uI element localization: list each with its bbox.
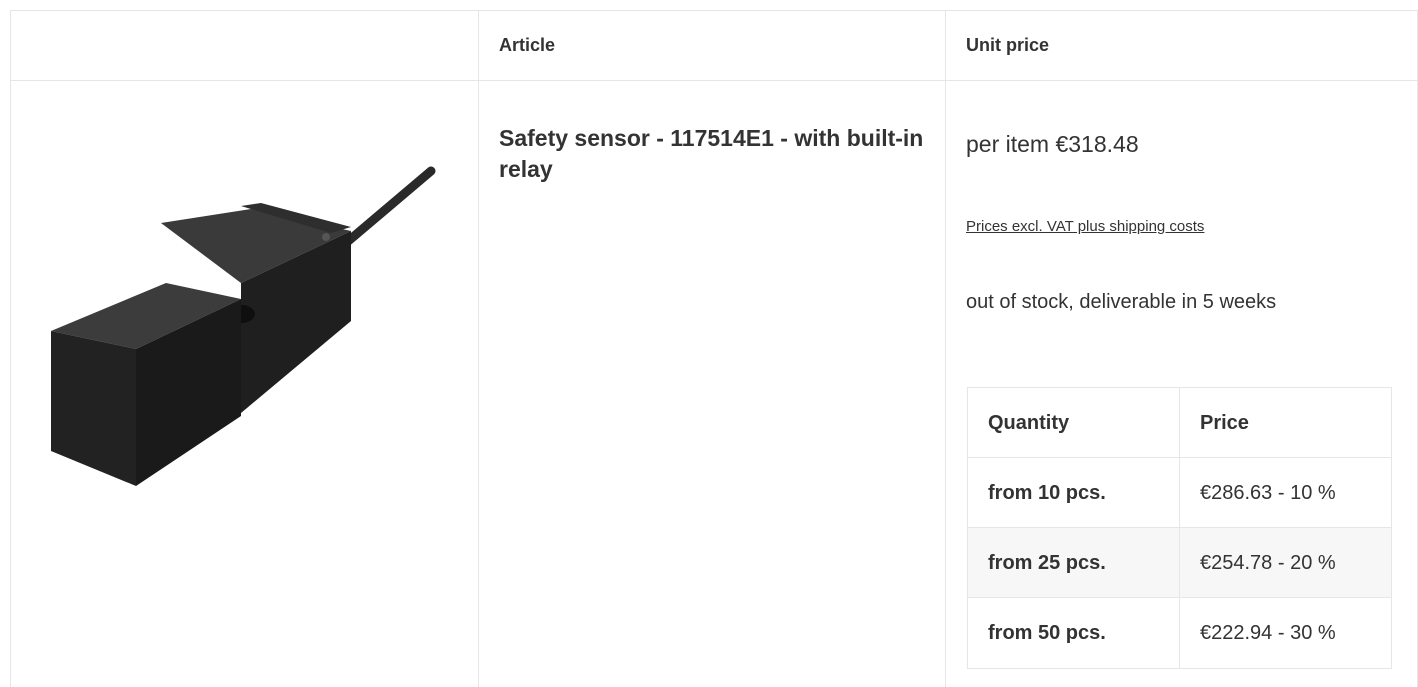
product-title[interactable]: Safety sensor - 117514E1 - with built-in… — [499, 123, 939, 185]
sensor-product-image[interactable] — [41, 151, 451, 491]
tier-price: €254.78 - 20 % — [1200, 552, 1336, 574]
tier-price: €286.63 - 10 % — [1200, 482, 1336, 504]
table-header-row: Article Unit price — [11, 11, 1417, 81]
tier-price-table: Quantity Price from 10 pcs. €286.63 - 10… — [967, 387, 1392, 669]
header-unit-price: Unit price — [966, 35, 1050, 55]
tier-header-quantity: Quantity — [968, 388, 1180, 457]
column-divider — [478, 11, 479, 687]
tier-row: from 50 pcs. €222.94 - 30 % — [968, 598, 1391, 668]
stock-status: out of stock, deliverable in 5 weeks — [966, 291, 1277, 313]
tier-row: from 10 pcs. €286.63 - 10 % — [968, 458, 1391, 528]
tier-quantity: from 50 pcs. — [968, 598, 1180, 668]
unit-price: per item €318.48 — [966, 131, 1139, 157]
vat-shipping-link[interactable]: Prices excl. VAT plus shipping costs — [966, 218, 1204, 235]
product-table: Article Unit price Safety sensor - 11751… — [10, 10, 1418, 687]
tier-header-price: Price — [1200, 412, 1249, 434]
column-divider — [945, 11, 946, 687]
tier-quantity: from 10 pcs. — [968, 458, 1180, 527]
header-article: Article — [499, 35, 556, 55]
tier-row: from 25 pcs. €254.78 - 20 % — [968, 528, 1391, 598]
tier-header-row: Quantity Price — [968, 388, 1391, 458]
tier-quantity: from 25 pcs. — [968, 528, 1180, 597]
tier-price: €222.94 - 30 % — [1200, 622, 1336, 644]
